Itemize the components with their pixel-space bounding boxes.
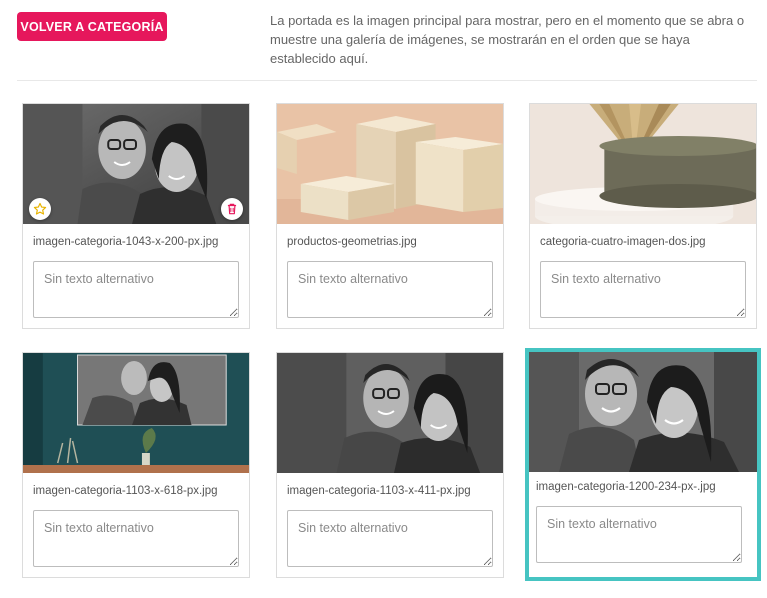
gallery-item[interactable]: imagen-categoria-1103-x-411-px.jpg xyxy=(276,352,504,578)
cylinder-podium-photo xyxy=(530,104,756,224)
image-thumbnail[interactable] xyxy=(277,353,503,473)
image-filename: imagen-categoria-1200-234-px-.jpg xyxy=(536,481,716,493)
image-filename: imagen-categoria-1043-x-200-px.jpg xyxy=(33,236,219,248)
image-thumbnail[interactable] xyxy=(23,104,249,224)
alt-text-input[interactable] xyxy=(33,510,239,567)
set-cover-button[interactable] xyxy=(29,198,51,220)
divider xyxy=(17,80,757,81)
alt-text-input[interactable] xyxy=(540,261,746,318)
couple-photo xyxy=(23,104,249,224)
image-thumbnail[interactable] xyxy=(23,353,249,473)
image-thumbnail[interactable] xyxy=(529,352,757,472)
alt-text-input[interactable] xyxy=(33,261,239,318)
image-thumbnail[interactable] xyxy=(277,104,503,224)
gallery-item[interactable]: productos-geometrias.jpg xyxy=(276,103,504,329)
delete-image-button[interactable] xyxy=(221,198,243,220)
image-filename: productos-geometrias.jpg xyxy=(287,236,417,248)
back-to-category-button[interactable]: VOLVER A CATEGORÍA xyxy=(17,12,167,41)
gallery-intro-text: La portada es la imagen principal para m… xyxy=(270,13,745,66)
image-filename: imagen-categoria-1103-x-411-px.jpg xyxy=(287,485,471,497)
alt-text-input[interactable] xyxy=(287,261,493,318)
gallery-item[interactable]: categoria-cuatro-imagen-dos.jpg xyxy=(529,103,757,329)
couple-photo xyxy=(529,352,757,472)
alt-text-input[interactable] xyxy=(287,510,493,567)
gallery-item-selected[interactable]: imagen-categoria-1200-234-px-.jpg xyxy=(525,348,761,581)
star-icon xyxy=(33,202,47,215)
gallery-item[interactable]: imagen-categoria-1103-x-618-px.jpg xyxy=(22,352,250,578)
gallery-item[interactable]: imagen-categoria-1043-x-200-px.jpg xyxy=(22,103,250,329)
wall-frame-photo xyxy=(23,353,249,473)
image-filename: categoria-cuatro-imagen-dos.jpg xyxy=(540,236,706,248)
image-thumbnail[interactable] xyxy=(530,104,756,224)
couple-photo xyxy=(277,353,503,473)
image-filename: imagen-categoria-1103-x-618-px.jpg xyxy=(33,485,218,497)
geometric-blocks-photo xyxy=(277,104,503,224)
trash-icon xyxy=(227,203,237,215)
alt-text-input[interactable] xyxy=(536,506,742,563)
